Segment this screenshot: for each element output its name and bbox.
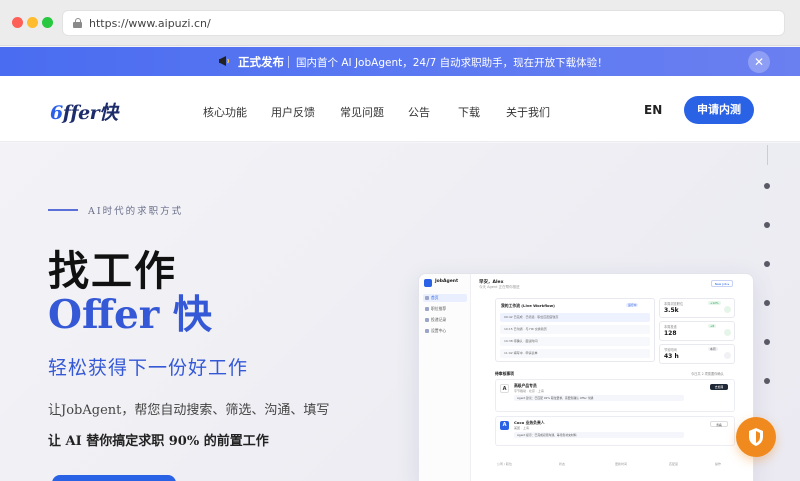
workflow-title: 我的工作流 (Live Workflow) — [501, 303, 555, 308]
nav-item-faq[interactable]: 常见问题 — [340, 104, 384, 120]
banner-message: 国内首个 AI JobAgent，24/7 自动求职助手，现在开放下载体验！ — [296, 57, 608, 69]
nav-item-announcements[interactable]: 公告 — [408, 104, 430, 120]
stat-icon — [724, 329, 731, 336]
address-bar[interactable]: https://www.aipuzi.cn/ — [62, 10, 785, 36]
pending-section-title: 待审核事项 — [495, 371, 514, 376]
preview-brand: JobAgent — [435, 279, 459, 284]
hero-description: 让JobAgent，帮您自动搜索、筛选、沟通、填写 — [48, 403, 330, 418]
table-header: 操作 — [715, 462, 722, 466]
preview-sidebar-item: 首页 — [423, 294, 467, 302]
close-icon[interactable]: ✕ — [748, 51, 770, 73]
hero-subtitle: 轻松获得下一份好工作 — [48, 357, 249, 379]
table-header: 更新时间 — [615, 462, 628, 466]
section-dot[interactable] — [764, 378, 770, 384]
workflow-row: 11:02 填写中 · 申请表单 — [500, 349, 650, 358]
close-window-button[interactable] — [12, 17, 23, 28]
pending-task: A 高级产品专员 字节跳动 · 北京 · 上海 Agent 建议：已匹配 92%… — [495, 379, 735, 412]
section-dot[interactable] — [764, 222, 770, 228]
stat-icon — [724, 352, 731, 359]
preview-workflow-card: 我的工作流 (Live Workflow) 运行中 09:42 已完成 · 已筛… — [495, 298, 655, 362]
table-header: 状态 — [559, 462, 566, 466]
preview-sidebar-item: 设置中心 — [423, 327, 467, 335]
preview-greeting-sub: 今天 Agent 正在帮你推进 — [479, 285, 520, 289]
minimize-window-button[interactable] — [27, 17, 38, 28]
browser-window: https://www.aipuzi.cn/ 正式发布 国内首个 AI JobA… — [0, 0, 800, 481]
workflow-row: 10:38 待确认 · 面试时间 — [500, 337, 650, 346]
section-rail — [767, 145, 768, 165]
megaphone-icon — [218, 54, 232, 72]
hero-title-line2: Offer 快 — [48, 292, 212, 338]
eyebrow-line — [48, 209, 78, 211]
lock-icon — [73, 18, 82, 28]
preview-top-button: New Job ▸ — [711, 280, 733, 287]
pending-section-count: 今日共 2 项需要你确认 — [691, 372, 724, 376]
language-switch[interactable]: EN — [644, 103, 662, 117]
workflow-badge: 运行中 — [626, 303, 639, 307]
workflow-row: 09:42 已完成 · 已筛选 · 职位匹配度较高 — [500, 313, 650, 322]
browser-toolbar: https://www.aipuzi.cn/ — [0, 0, 800, 46]
nav-item-features[interactable]: 核心功能 — [203, 104, 247, 120]
table-header: 公司 / 职位 — [497, 462, 512, 466]
url-text: https://www.aipuzi.cn/ — [89, 17, 211, 30]
stat-icon — [724, 306, 731, 313]
stat-card: 本周浏览职位 +12% 3.5k — [659, 298, 735, 318]
table-header: 匹配度 — [669, 462, 679, 466]
shield-icon[interactable] — [736, 417, 776, 457]
preview-sidebar-item: 职位推荐 — [423, 305, 467, 313]
section-dot[interactable] — [764, 261, 770, 267]
hero-section: AI时代的求职方式 找工作 Offer 快 轻松获得下一份好工作 让JobAge… — [0, 143, 800, 481]
preview-sidebar-item: 投递记录 — [423, 316, 467, 324]
workflow-row: 10:15 已沟通 · 与 HR 交换简历 — [500, 325, 650, 334]
section-dot[interactable] — [764, 183, 770, 189]
nav-item-feedback[interactable]: 用户反馈 — [271, 104, 315, 120]
section-dot[interactable] — [764, 339, 770, 345]
hero-cta-button[interactable] — [52, 475, 176, 481]
preview-sidebar: JobAgent 首页 职位推荐 投递记录 设置中心 — [419, 274, 471, 481]
stat-card: 本周投递 +8 128 — [659, 321, 735, 341]
section-dot[interactable] — [764, 300, 770, 306]
announcement-banner: 正式发布 国内首个 AI JobAgent，24/7 自动求职助手，现在开放下载… — [0, 47, 800, 76]
nav-item-download[interactable]: 下载 — [458, 104, 480, 120]
preview-logo-icon — [424, 279, 432, 287]
apply-beta-button[interactable]: 申请内测 — [684, 96, 754, 124]
site-header: 6ffer快 核心功能 用户反馈 常见问题 公告 下载 关于我们 EN 申请内测 — [0, 76, 800, 142]
app-preview: JobAgent 首页 职位推荐 投递记录 设置中心 早安，Alex 今天 Ag… — [418, 273, 754, 481]
nav-item-about[interactable]: 关于我们 — [506, 104, 550, 120]
banner-tag: 正式发布 — [238, 55, 284, 69]
banner-divider — [288, 56, 289, 68]
stat-card: 节省时间 本周 43 h — [659, 344, 735, 364]
pending-task: A Coco 业务负责人 美团 · 上海 Agent 提示：已完成初筛沟通，等待… — [495, 416, 735, 446]
hero-eyebrow: AI时代的求职方式 — [88, 206, 184, 217]
hero-highlight: 让 AI 替你搞定求职 90% 的前置工作 — [48, 434, 269, 449]
site-logo[interactable]: 6ffer快 — [50, 98, 118, 125]
maximize-window-button[interactable] — [42, 17, 53, 28]
